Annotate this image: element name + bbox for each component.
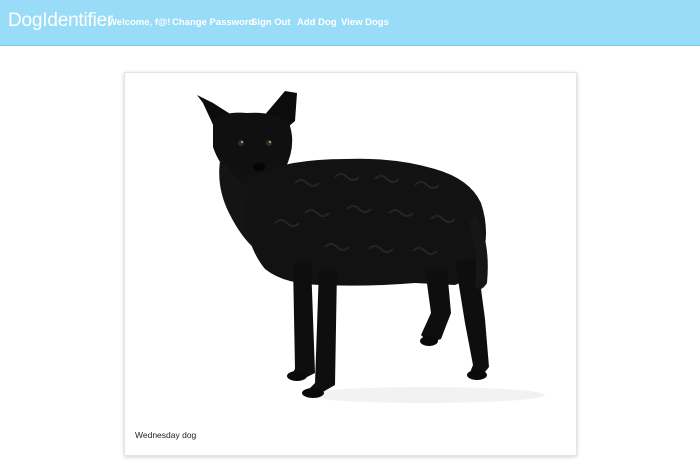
dog-card[interactable]: Wednesday dog (124, 72, 577, 456)
add-dog-link[interactable]: Add Dog (297, 17, 337, 28)
view-dogs-link[interactable]: View Dogs (341, 17, 389, 28)
dog-caption: Wednesday dog (135, 430, 197, 440)
dog-photo (125, 73, 576, 418)
change-password-link[interactable]: Change Password (172, 17, 254, 28)
welcome-user-link[interactable]: Welcome, f@! (108, 17, 170, 28)
top-navbar: DogIdentifier Welcome, f@! Change Passwo… (0, 0, 700, 46)
brand-logo-link[interactable]: DogIdentifier (8, 10, 113, 32)
sign-out-link[interactable]: Sign Out (251, 17, 291, 28)
